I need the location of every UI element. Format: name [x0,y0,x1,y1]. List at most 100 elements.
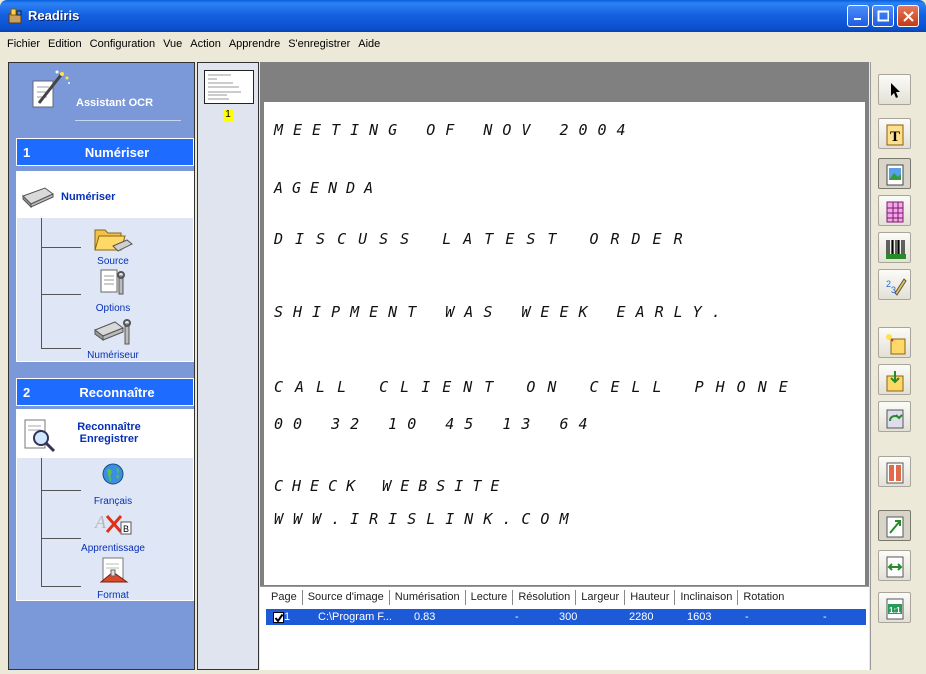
learning-label[interactable]: Apprentissage [73,543,153,554]
col-lecture[interactable]: Lecture [466,590,514,605]
wizard-divider [75,120,181,121]
readiris-window: Readiris Fichier Edition Configuration V… [0,0,926,674]
tree-branch [41,348,81,349]
col-source[interactable]: Source d'image [303,590,390,605]
cell-source: C:\Program F... [318,611,392,623]
save-zones-button[interactable] [878,364,911,395]
page-thumbnail-panel: 1 [197,62,259,670]
auto-zone-button[interactable] [878,327,911,358]
col-largeur[interactable]: Largeur [576,590,626,605]
source-label[interactable]: Source [73,256,153,267]
col-resolution[interactable]: Résolution [513,590,577,605]
tree-branch [41,294,81,295]
scanner-settings-icon[interactable] [93,316,133,346]
fit-page-icon [886,516,904,538]
document-page: MEETING OF NOV 2004 AGENDA DISCUSS LATES… [264,102,865,585]
recognize-link[interactable]: Reconnaître Enregistrer [69,421,149,445]
columns-button[interactable] [878,456,911,487]
document-viewer[interactable]: MEETING OF NOV 2004 AGENDA DISCUSS LATES… [260,62,869,586]
menu-senregistrer[interactable]: S'enregistrer [285,36,355,54]
cell-hauteur: 1603 [687,611,712,623]
minimize-icon [854,18,861,20]
step2-panel: Reconnaître Enregistrer Français A B App… [16,409,194,601]
source-folder-icon[interactable] [93,222,133,254]
menu-apprendre[interactable]: Apprendre [226,36,285,54]
thumbnail-preview [208,74,241,100]
fit-width-button[interactable] [878,550,911,581]
globe-language-icon[interactable] [101,462,125,486]
barcode-zone-button[interactable] [878,232,911,263]
table-zone-button[interactable] [878,195,911,226]
checkmark-icon [274,613,284,623]
document-line: DISCUSS LATEST ORDER [274,230,695,248]
select-tool-button[interactable] [878,74,911,105]
text-zone-icon: T [886,124,904,146]
maximize-button[interactable] [872,5,894,27]
format-label[interactable]: Format [73,590,153,601]
svg-text:T: T [890,129,900,145]
wizard-title: Assistant OCR [76,97,154,109]
title-bar[interactable]: Readiris [0,0,926,32]
fit-page-button[interactable] [878,510,911,541]
table-header: Page Source d'image Numérisation Lecture… [266,590,789,605]
menu-vue[interactable]: Vue [160,36,187,54]
output-format-icon[interactable] [99,556,129,586]
readiris-app-icon [8,8,22,24]
thumbnail-page-number: 1 [223,109,233,121]
table-row[interactable]: 1 C:\Program F... 0.83 - 300 2280 1603 -… [266,609,866,625]
recognize-link-line1: Reconnaître [77,421,141,433]
options-label[interactable]: Options [73,303,153,314]
menu-action[interactable]: Action [187,36,226,54]
columns-icon [886,462,904,484]
tree-line [41,218,42,348]
page-list-table: Page Source d'image Numérisation Lecture… [260,586,869,670]
fit-width-icon [886,556,904,578]
select-arrow-icon [891,83,900,98]
text-zone-button[interactable]: T [878,118,911,149]
svg-text:B: B [123,524,129,534]
step2-header[interactable]: 2 Reconnaître [16,378,194,406]
row-checkbox[interactable] [273,612,284,623]
scanner-label[interactable]: Numériseur [73,350,153,361]
step1-header[interactable]: 1 Numériser [16,138,194,166]
load-zones-button[interactable] [878,401,911,432]
col-page[interactable]: Page [266,590,303,605]
image-zone-button[interactable] [878,158,911,189]
document-line: AGENDA [274,179,383,197]
ocr-wizard-panel: Assistant OCR 1 Numériser Numériser Sour… [8,62,195,670]
actual-size-button[interactable]: 1:1 [878,592,911,623]
options-icon[interactable] [97,268,129,298]
col-numerisation[interactable]: Numérisation [390,590,466,605]
cell-lecture: - [515,611,519,623]
tree-line [41,458,42,586]
menu-aide[interactable]: Aide [355,36,385,54]
load-zones-icon [886,409,904,429]
tree-branch [41,538,81,539]
cell-largeur: 2280 [629,611,654,623]
menu-bar: Fichier Edition Configuration Vue Action… [4,36,922,54]
handprint-zone-button[interactable]: 23 [878,269,911,300]
col-rotation[interactable]: Rotation [738,590,789,605]
step1-title: Numériser [84,145,150,160]
language-label[interactable]: Français [73,496,153,507]
col-hauteur[interactable]: Hauteur [625,590,676,605]
menu-configuration[interactable]: Configuration [87,36,160,54]
scan-link[interactable]: Numériser [61,191,115,203]
close-button[interactable] [897,5,919,27]
save-zones-icon [886,371,904,392]
document-line: SHIPMENT WAS WEEK EARLY. [274,303,731,321]
barcode-zone-icon [886,240,906,259]
menu-fichier[interactable]: Fichier [4,36,45,54]
document-line: CALL CLIENT ON CELL PHONE [274,378,800,396]
step2-title: Reconnaître [79,385,155,400]
col-inclinaison[interactable]: Inclinaison [675,590,739,605]
tree-branch [41,247,81,248]
window-title: Readiris [28,8,80,23]
auto-zone-icon [886,334,906,355]
learning-icon[interactable]: A B [93,508,133,538]
page-thumbnail[interactable] [204,70,254,104]
minimize-button[interactable] [847,5,869,27]
menu-edition[interactable]: Edition [45,36,87,54]
wizard-header: Assistant OCR [9,63,194,129]
svg-text:1:1: 1:1 [889,606,901,615]
